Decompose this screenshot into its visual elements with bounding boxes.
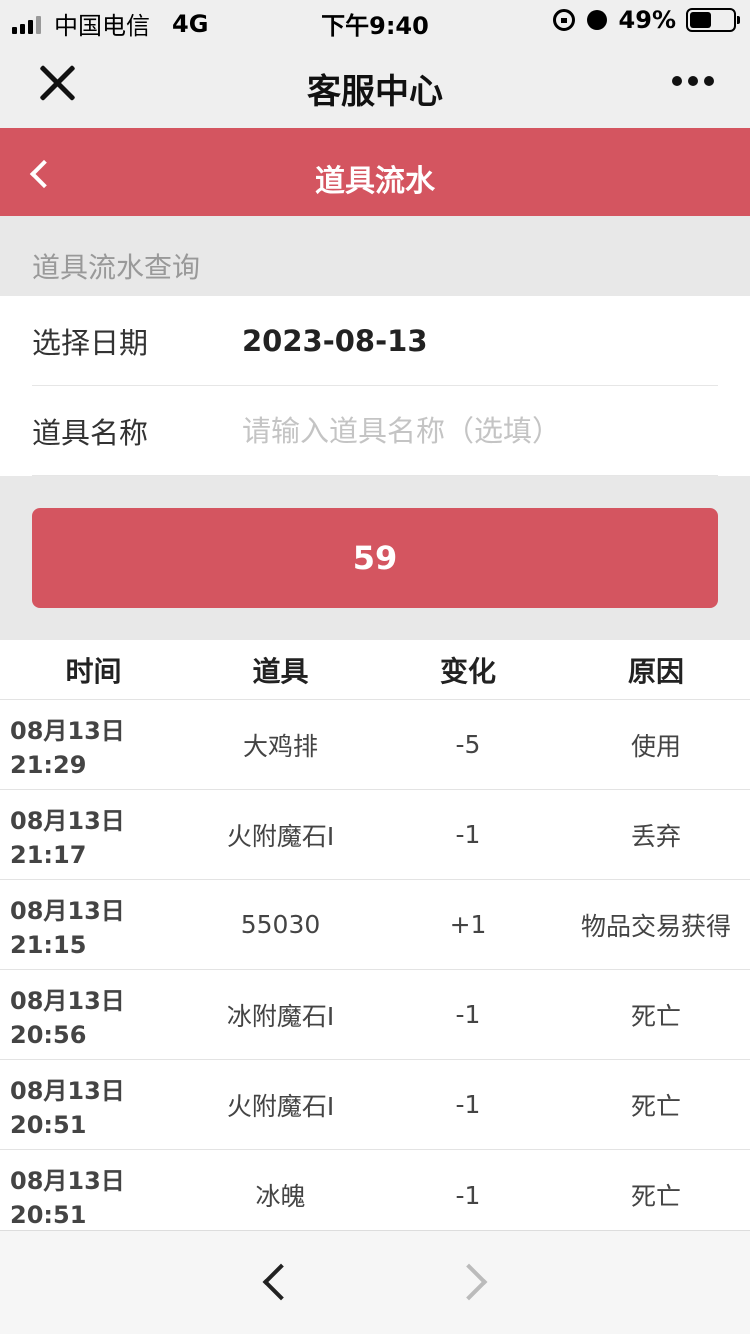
item-name-input[interactable] [242, 413, 712, 448]
item-name-label: 道具名称 [32, 415, 149, 450]
row-item: 火附魔石I [226, 821, 335, 851]
battery-percent: 49% [618, 6, 676, 34]
row-time-text: 20:51 [10, 1111, 87, 1139]
row-time-text: 21:29 [10, 751, 87, 779]
row-time-text: 21:15 [10, 931, 87, 959]
alarm-icon [586, 10, 607, 30]
row-time-text: 20:56 [10, 1021, 87, 1049]
nav-title: 客服中心 [307, 72, 443, 112]
table-row: 08月13日 20:51 火附魔石I -1 死亡 [0, 1060, 750, 1150]
row-item: 冰魄 [255, 1182, 306, 1211]
button-area: 59 [0, 476, 750, 640]
row-reason: 丢弃 [630, 821, 681, 851]
row-time: 08月13日 20:51 [0, 1150, 187, 1240]
row-time-text: 20:51 [10, 1201, 87, 1229]
row-item: 55030 [240, 910, 321, 939]
row-reason: 死亡 [630, 1091, 681, 1121]
row-change: +1 [449, 910, 487, 939]
table-row: 08月13日 21:17 火附魔石I -1 丢弃 [0, 790, 750, 880]
row-time: 08月13日 21:29 [0, 700, 187, 789]
row-reason: 死亡 [630, 1182, 681, 1211]
row-time: 08月13日 21:17 [0, 790, 187, 879]
row-change: -1 [455, 820, 481, 849]
status-right: 49% [552, 6, 740, 34]
row-date-text: 08月13日 [10, 717, 125, 745]
table-row: 08月13日 20:51 冰魄 -1 死亡 [0, 1150, 750, 1240]
date-label: 选择日期 [32, 325, 149, 360]
more-icon[interactable] [666, 76, 714, 86]
row-item: 冰附魔石I [226, 1001, 335, 1031]
row-change: -1 [455, 1000, 481, 1029]
row-time: 08月13日 20:56 [0, 970, 187, 1059]
row-date-text: 08月13日 [10, 897, 125, 925]
row-reason: 死亡 [630, 1001, 681, 1031]
records-table: 时间 道具 变化 原因 08月13日 21:29 大鸡排 -5 使用 08月13日… [0, 640, 750, 1230]
row-reason: 物品交易获得 [580, 911, 731, 941]
row-date-text: 08月13日 [10, 1077, 125, 1105]
row-time-text: 21:17 [10, 841, 87, 869]
back-chevron-left-icon[interactable] [262, 1263, 300, 1301]
section-label: 道具流水查询 [0, 216, 750, 296]
battery-icon [686, 8, 740, 32]
battery-fill [690, 12, 711, 28]
row-change: -1 [455, 1180, 481, 1210]
forward-chevron-right-icon[interactable] [450, 1263, 488, 1301]
status-bar: 中国电信 4G 下午9:40 49% [0, 0, 750, 40]
table-header: 时间 道具 变化 原因 [0, 640, 750, 700]
item-name-row: 道具名称 [32, 386, 718, 476]
column-header-reason: 原因 [627, 654, 684, 688]
page-header: 道具流水 [0, 128, 750, 216]
row-time: 08月13日 20:51 [0, 1060, 187, 1149]
row-date-text: 08月13日 [10, 807, 125, 835]
orientation-lock-icon [552, 9, 575, 31]
page-title: 道具流水 [315, 164, 435, 199]
row-item: 火附魔石I [226, 1091, 335, 1121]
row-date-text: 08月13日 [10, 1167, 125, 1195]
row-change: -1 [455, 1090, 481, 1119]
column-header-change: 变化 [439, 654, 496, 688]
row-item: 大鸡排 [242, 731, 318, 761]
bottom-toolbar [0, 1230, 750, 1334]
table-row: 08月13日 20:56 冰附魔石I -1 死亡 [0, 970, 750, 1060]
row-reason: 使用 [630, 731, 681, 761]
nav-bar: 客服中心 [0, 40, 750, 128]
query-form: 选择日期 2023-08-13 道具名称 [0, 296, 750, 476]
row-time: 08月13日 21:15 [0, 880, 187, 969]
row-change: -5 [455, 730, 481, 759]
column-header-item: 道具 [252, 654, 309, 688]
row-date-text: 08月13日 [10, 987, 125, 1015]
table-row: 08月13日 21:15 55030 +1 物品交易获得 [0, 880, 750, 970]
date-row[interactable]: 选择日期 2023-08-13 [32, 296, 718, 386]
query-button[interactable]: 59 [32, 508, 718, 608]
date-picker[interactable]: 2023-08-13 [242, 324, 428, 358]
table-row: 08月13日 21:29 大鸡排 -5 使用 [0, 700, 750, 790]
column-header-time: 时间 [65, 654, 122, 688]
